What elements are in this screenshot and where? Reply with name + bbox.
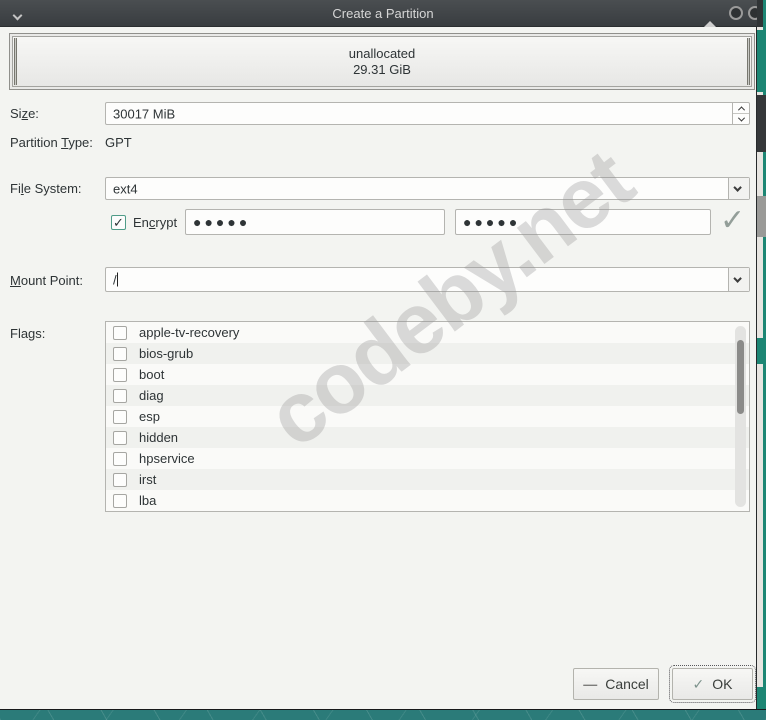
- shade-window-button[interactable]: [12, 7, 23, 22]
- file-system-label: File System:: [10, 181, 82, 196]
- flag-label: irst: [139, 472, 157, 487]
- passphrase-dots: ●●●●●: [193, 214, 251, 230]
- ok-button[interactable]: ✓ OK: [669, 665, 756, 703]
- flag-row[interactable]: irst: [106, 469, 749, 490]
- caret-up-icon: [737, 105, 745, 113]
- size-spinbox[interactable]: 30017 MiB: [105, 102, 750, 125]
- flag-label: diag: [139, 388, 164, 403]
- titlebar[interactable]: Create a Partition: [0, 0, 766, 27]
- caret-down-icon: [737, 114, 745, 122]
- flag-label: hpservice: [139, 451, 195, 466]
- flag-checkbox[interactable]: [113, 346, 127, 361]
- chevron-down-icon: [12, 10, 23, 21]
- partition-type-value: GPT: [105, 135, 132, 150]
- flag-label: hidden: [139, 430, 179, 445]
- flag-label: bios-grub: [139, 346, 194, 361]
- flags-scrollbar-thumb[interactable]: [737, 340, 744, 414]
- flag-row[interactable]: boot: [106, 364, 749, 385]
- flag-label: boot: [139, 367, 165, 382]
- size-label: Size:: [10, 106, 39, 121]
- resize-handle-left[interactable]: [14, 38, 17, 85]
- flags-scrollbar[interactable]: [735, 326, 746, 507]
- flag-row[interactable]: diag: [106, 385, 749, 406]
- partition-preview[interactable]: unallocated 29.31 GiB: [12, 36, 752, 87]
- spin-down-button[interactable]: [733, 113, 749, 124]
- flag-row[interactable]: lba: [106, 490, 749, 511]
- minus-icon: —: [583, 676, 598, 692]
- flag-label: apple-tv-recovery: [139, 325, 240, 340]
- flag-checkbox[interactable]: [113, 451, 127, 466]
- cancel-button[interactable]: — Cancel: [573, 668, 659, 700]
- flag-checkbox[interactable]: [113, 430, 127, 445]
- partition-preview-frame: unallocated 29.31 GiB: [9, 33, 755, 90]
- resize-handle-right[interactable]: [747, 38, 750, 85]
- spin-up-button[interactable]: [733, 103, 749, 113]
- partition-type-label: Partition Type:: [10, 135, 93, 150]
- flag-row[interactable]: bios-grub: [106, 343, 749, 364]
- flag-row[interactable]: hidden: [106, 427, 749, 448]
- desktop-background: [0, 709, 766, 720]
- flags-list[interactable]: apple-tv-recovery bios-grub boot diag esp hid…: [105, 321, 750, 512]
- encrypt-label: Encrypt: [133, 215, 178, 230]
- flag-checkbox[interactable]: [113, 409, 127, 424]
- window-title: Create a Partition: [332, 5, 434, 21]
- background-window-edge-top: [757, 0, 766, 27]
- mount-point-label: Mount Point:: [10, 273, 83, 288]
- chevron-down-icon: [733, 182, 742, 192]
- passphrase-valid-icon: ✓: [720, 204, 746, 237]
- flag-label: lba: [139, 493, 157, 508]
- check-icon: ✓: [692, 675, 705, 692]
- partition-label: unallocated: [348, 45, 416, 61]
- confirm-passphrase-dots: ●●●●●: [463, 214, 521, 230]
- encrypt-checkbox[interactable]: ✓: [111, 215, 126, 230]
- text-cursor: [116, 272, 118, 286]
- maximize-button[interactable]: [704, 6, 718, 27]
- minimize-button[interactable]: [729, 6, 743, 20]
- flag-checkbox[interactable]: [113, 325, 127, 340]
- flag-checkbox[interactable]: [113, 472, 127, 487]
- eject-icon: [704, 6, 716, 27]
- mount-point-combobox[interactable]: /: [105, 267, 750, 292]
- passphrase-input[interactable]: ●●●●●: [185, 209, 445, 235]
- flag-checkbox[interactable]: [113, 367, 127, 382]
- file-system-combobox[interactable]: ext4: [105, 177, 750, 200]
- chevron-down-icon: [733, 273, 742, 283]
- flag-checkbox[interactable]: [113, 493, 127, 508]
- flag-checkbox[interactable]: [113, 388, 127, 403]
- create-partition-dialog: Create a Partition unallocated 29.31 GiB…: [0, 0, 766, 720]
- flag-label: esp: [139, 409, 160, 424]
- partition-size: 29.31 GiB: [353, 61, 411, 77]
- check-icon: ✓: [113, 215, 124, 230]
- flag-row[interactable]: esp: [106, 406, 749, 427]
- ok-button-label: OK: [712, 676, 733, 692]
- background-window-edge: [757, 27, 766, 709]
- file-system-value: ext4: [113, 181, 138, 196]
- flags-label: Flags:: [10, 326, 46, 341]
- flag-row[interactable]: hpservice: [106, 448, 749, 469]
- flag-row[interactable]: apple-tv-recovery: [106, 322, 749, 343]
- cancel-button-label: Cancel: [605, 676, 649, 692]
- file-system-dropdown-button[interactable]: [728, 178, 749, 199]
- mount-point-dropdown-button[interactable]: [728, 268, 749, 291]
- dialog-body: unallocated 29.31 GiB Size: 30017 MiB Pa…: [0, 27, 757, 710]
- size-value: 30017 MiB: [113, 106, 176, 121]
- confirm-passphrase-input[interactable]: ●●●●●: [455, 209, 711, 235]
